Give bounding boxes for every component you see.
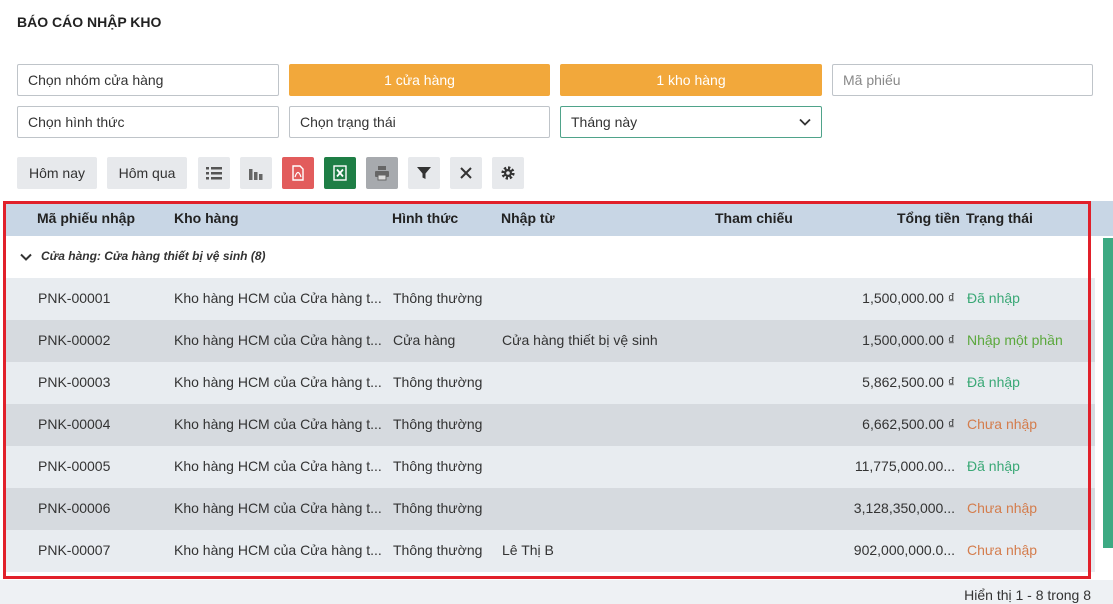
cell-status: Đã nhập	[967, 458, 1020, 474]
table-row[interactable]: PNK-00005 Kho hàng HCM của Cửa hàng t...…	[5, 446, 1095, 488]
page-header: BÁO CÁO NHẬP KHO	[0, 0, 1113, 46]
settings-button[interactable]	[492, 157, 524, 189]
chevron-down-icon[interactable]	[20, 251, 32, 263]
pagination-info: Hiển thị 1 - 8 trong 8	[964, 587, 1091, 603]
cell-warehouse: Kho hàng HCM của Cửa hàng t...	[174, 374, 382, 390]
cell-warehouse: Kho hàng HCM của Cửa hàng t...	[174, 500, 382, 516]
cell-code: PNK-00003	[38, 374, 111, 390]
cell-status: Chưa nhập	[967, 542, 1038, 558]
print-button[interactable]	[366, 157, 398, 189]
cell-total: 1,500,000.00 ₫	[862, 332, 955, 348]
cell-form: Thông thường	[393, 500, 483, 516]
cell-total: 5,862,500.00 ₫	[862, 374, 955, 390]
vertical-scrollbar[interactable]	[1103, 238, 1113, 548]
table-row[interactable]: PNK-00003 Kho hàng HCM của Cửa hàng t...…	[5, 362, 1095, 404]
group-label: Cửa hàng: Cửa hàng thiết bị vệ sinh (8)	[41, 249, 266, 263]
filter-panel: Chọn nhóm cửa hàng 1 cửa hàng 1 kho hàng…	[0, 46, 1113, 153]
cell-code: PNK-00005	[38, 458, 111, 474]
table-row[interactable]: PNK-00001 Kho hàng HCM của Cửa hàng t...…	[5, 278, 1095, 320]
cell-code: PNK-00006	[38, 500, 111, 516]
table-row[interactable]: PNK-00004 Kho hàng HCM của Cửa hàng t...…	[5, 404, 1095, 446]
cell-warehouse: Kho hàng HCM của Cửa hàng t...	[174, 290, 382, 306]
period-select[interactable]: Tháng này	[560, 106, 822, 138]
cell-status: Chưa nhập	[967, 500, 1038, 516]
voucher-code-input[interactable]: Mã phiếu	[832, 64, 1093, 96]
chevron-down-icon	[799, 118, 811, 126]
cell-status: Đã nhập	[967, 374, 1020, 390]
print-icon	[375, 166, 389, 181]
clear-filter-button[interactable]	[450, 157, 482, 189]
table-row[interactable]: PNK-00002 Kho hàng HCM của Cửa hàng t...…	[5, 320, 1095, 362]
cell-status: Chưa nhập	[967, 416, 1038, 432]
cell-from: Lê Thị B	[502, 542, 554, 558]
filter-button[interactable]	[408, 157, 440, 189]
col-total[interactable]: Tổng tiền	[897, 210, 960, 226]
gear-icon	[501, 166, 515, 180]
col-import-from[interactable]: Nhập từ	[501, 210, 555, 226]
toolbar: Hôm nay Hôm qua	[0, 153, 1113, 198]
chart-view-button[interactable]	[240, 157, 272, 189]
list-icon	[206, 167, 222, 180]
col-voucher-code[interactable]: Mã phiếu nhập	[37, 210, 135, 226]
cell-total: 1,500,000.00 ₫	[862, 290, 955, 306]
cell-warehouse: Kho hàng HCM của Cửa hàng t...	[174, 332, 382, 348]
cell-code: PNK-00001	[38, 290, 111, 306]
col-status[interactable]: Trạng thái	[966, 210, 1033, 226]
export-excel-button[interactable]	[324, 157, 356, 189]
chart-icon	[249, 169, 263, 180]
cell-form: Thông thường	[393, 458, 483, 474]
filter-icon	[417, 167, 431, 179]
yesterday-button[interactable]: Hôm qua	[107, 157, 187, 189]
today-button[interactable]: Hôm nay	[17, 157, 97, 189]
table-row[interactable]: PNK-00006 Kho hàng HCM của Cửa hàng t...…	[5, 488, 1095, 530]
cell-status: Nhập một phần	[967, 332, 1063, 348]
cell-form: Thông thường	[393, 290, 483, 306]
col-warehouse[interactable]: Kho hàng	[174, 210, 239, 226]
period-select-value: Tháng này	[571, 114, 638, 130]
store-group-select[interactable]: Chọn nhóm cửa hàng	[17, 64, 279, 96]
warehouse-select[interactable]: 1 kho hàng	[560, 64, 822, 96]
table-header: Mã phiếu nhập Kho hàng Hình thức Nhập từ…	[5, 201, 1113, 236]
pdf-icon	[292, 165, 304, 181]
page-title: BÁO CÁO NHẬP KHO	[17, 14, 162, 30]
cell-total: 902,000,000.0...	[853, 542, 955, 558]
clear-icon	[460, 167, 472, 179]
cell-total: 3,128,350,000...	[853, 500, 955, 516]
excel-icon	[333, 165, 347, 181]
cell-form: Cửa hàng	[393, 332, 456, 348]
cell-form: Thông thường	[393, 416, 483, 432]
table-row[interactable]: PNK-00007 Kho hàng HCM của Cửa hàng t...…	[5, 530, 1095, 572]
cell-code: PNK-00002	[38, 332, 111, 348]
export-pdf-button[interactable]	[282, 157, 314, 189]
cell-warehouse: Kho hàng HCM của Cửa hàng t...	[174, 542, 382, 558]
cell-total: 6,662,500.00 ₫	[862, 416, 955, 432]
cell-total: 11,775,000.00...	[854, 458, 955, 474]
col-form[interactable]: Hình thức	[392, 210, 458, 226]
form-type-select[interactable]: Chọn hình thức	[17, 106, 279, 138]
report-grid: Mã phiếu nhập Kho hàng Hình thức Nhập từ…	[0, 198, 1113, 580]
cell-status: Đã nhập	[967, 290, 1020, 306]
store-select[interactable]: 1 cửa hàng	[289, 64, 550, 96]
list-view-button[interactable]	[198, 157, 230, 189]
col-reference[interactable]: Tham chiếu	[715, 210, 793, 226]
status-select[interactable]: Chọn trạng thái	[289, 106, 550, 138]
cell-code: PNK-00004	[38, 416, 111, 432]
cell-code: PNK-00007	[38, 542, 111, 558]
cell-from: Cửa hàng thiết bị vệ sinh	[502, 332, 658, 348]
cell-form: Thông thường	[393, 374, 483, 390]
group-row[interactable]: Cửa hàng: Cửa hàng thiết bị vệ sinh (8)	[5, 236, 1095, 278]
cell-warehouse: Kho hàng HCM của Cửa hàng t...	[174, 458, 382, 474]
cell-warehouse: Kho hàng HCM của Cửa hàng t...	[174, 416, 382, 432]
cell-form: Thông thường	[393, 542, 483, 558]
